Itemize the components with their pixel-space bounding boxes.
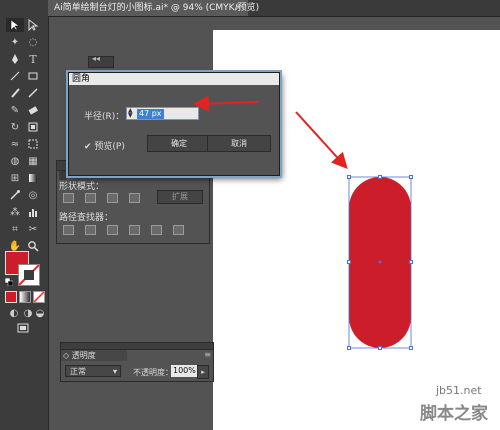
cancel-button[interactable]: 取消: [207, 135, 271, 152]
divide-icon[interactable]: [63, 225, 74, 235]
blend-mode-value: 正常: [70, 367, 86, 376]
handle-bottom-right[interactable]: [409, 346, 413, 350]
minus-front-icon[interactable]: [85, 193, 96, 203]
blend-mode-select[interactable]: 正常 ▾: [65, 365, 121, 377]
transparency-tab[interactable]: ◇ 透明度: [61, 350, 127, 361]
direct-selection-tool-icon[interactable]: [24, 18, 42, 32]
preview-checkbox[interactable]: ✔ 预览(P): [84, 139, 125, 152]
pen-tool-icon[interactable]: [6, 52, 24, 66]
stroke-color-swatch[interactable]: [18, 264, 40, 286]
blend-tool-icon[interactable]: ◎: [24, 188, 42, 202]
center-point: [378, 260, 382, 264]
scale-tool-icon[interactable]: [24, 120, 42, 134]
round-corners-dialog: 圆角 半径(R)： ▲ ▼ 47 px ✔ 预览(P) 确定 取消: [68, 72, 280, 176]
warp-tool-icon[interactable]: ≈: [6, 137, 24, 151]
symbol-sprayer-tool-icon[interactable]: ⁂: [6, 205, 24, 219]
transparency-panel-header: [61, 343, 213, 350]
unite-icon[interactable]: [63, 193, 74, 203]
mesh-tool-icon[interactable]: ⊞: [6, 171, 24, 185]
slice-tool-icon[interactable]: ✂: [24, 222, 42, 236]
opacity-dropdown-icon[interactable]: ▸: [197, 365, 209, 379]
intersect-icon[interactable]: [107, 193, 118, 203]
draw-inside-icon[interactable]: ◒: [31, 306, 49, 320]
none-mode-icon[interactable]: [33, 291, 45, 303]
pencil-tool-icon[interactable]: [24, 86, 42, 100]
handle-middle-left[interactable]: [347, 260, 351, 264]
chevron-down-icon: ▾: [112, 367, 117, 376]
color-mode-icon[interactable]: [5, 291, 17, 303]
blob-brush-tool-icon[interactable]: ✎: [6, 103, 24, 117]
default-colors-icon[interactable]: [4, 277, 14, 287]
artboard-tool-icon[interactable]: ⌗: [6, 222, 24, 236]
opacity-label: 不透明度：: [133, 368, 173, 377]
radius-label: 半径(R)：: [84, 112, 125, 122]
rounded-rectangle-shape[interactable]: [340, 168, 430, 358]
free-transform-tool-icon[interactable]: [24, 137, 42, 151]
line-tool-icon[interactable]: [6, 69, 24, 83]
handle-top-right[interactable]: [409, 175, 413, 179]
watermark-name: 脚本之家: [420, 404, 488, 424]
gradient-mode-icon[interactable]: [19, 291, 31, 303]
trim-icon[interactable]: [85, 225, 96, 235]
collapse-arrows-icon[interactable]: ◂◂: [92, 54, 100, 63]
shape-builder-tool-icon[interactable]: ◍: [6, 154, 24, 168]
expand-button[interactable]: 扩展: [157, 190, 203, 204]
panel-menu-icon[interactable]: ≡: [204, 350, 211, 359]
radius-input[interactable]: ▲ ▼ 47 px: [126, 107, 199, 120]
eyedropper-tool-icon[interactable]: [6, 188, 24, 202]
magic-wand-tool-icon[interactable]: ✦: [6, 35, 24, 49]
stepper-arrows-icon[interactable]: ▲ ▼: [128, 108, 133, 119]
paintbrush-tool-icon[interactable]: [6, 86, 24, 100]
minus-back-icon[interactable]: [173, 225, 184, 235]
dialog-title: 圆角: [69, 73, 279, 85]
rotate-tool-icon[interactable]: ↻: [6, 120, 24, 134]
watermark-site: jb51.net: [436, 384, 482, 397]
radius-value: 47 px: [137, 109, 164, 119]
close-tab-icon[interactable]: ×: [234, 0, 242, 16]
handle-bottom-middle[interactable]: [378, 346, 382, 350]
handle-bottom-left[interactable]: [347, 346, 351, 350]
document-tab-title: Ai简单绘制台灯的小图标.ai* @ 94% (CMYK/预览): [54, 3, 260, 13]
eraser-tool-icon[interactable]: [24, 103, 42, 117]
rectangle-tool-icon[interactable]: [24, 69, 42, 83]
gradient-tool-icon[interactable]: [24, 171, 42, 185]
lasso-tool-icon[interactable]: ◌: [24, 35, 42, 49]
merge-icon[interactable]: [107, 225, 118, 235]
document-tab[interactable]: Ai简单绘制台灯的小图标.ai* @ 94% (CMYK/预览) ×: [48, 0, 259, 16]
panel-collapse-strip[interactable]: ◂◂: [88, 54, 114, 68]
ok-button[interactable]: 确定: [147, 135, 211, 152]
opacity-input[interactable]: 100%: [171, 365, 197, 377]
transparency-panel: ◇ 透明度 ≡ 正常 ▾ 不透明度： 100% ▸: [60, 342, 214, 382]
exclude-icon[interactable]: [129, 193, 140, 203]
shape-modes-label: 形状模式：: [59, 182, 105, 192]
crop-icon[interactable]: [129, 225, 140, 235]
pathfinders-label: 路径查找器：: [59, 213, 114, 223]
handle-top-middle[interactable]: [378, 175, 382, 179]
selection-tool-icon[interactable]: [6, 18, 24, 32]
type-tool-icon[interactable]: T: [24, 52, 42, 66]
perspective-grid-tool-icon[interactable]: ▦: [24, 154, 42, 168]
outline-icon[interactable]: [151, 225, 162, 235]
column-graph-tool-icon[interactable]: [24, 205, 42, 219]
handle-top-left[interactable]: [347, 175, 351, 179]
handle-middle-right[interactable]: [409, 260, 413, 264]
screen-mode-icon[interactable]: [14, 321, 32, 335]
tools-panel: ✦ ◌ T ✎ ↻ ≈ ◍ ▦ ⊞ ◎ ⁂ ⌗ ✂ ✋ ◐ ◑ ◒: [0, 0, 49, 430]
